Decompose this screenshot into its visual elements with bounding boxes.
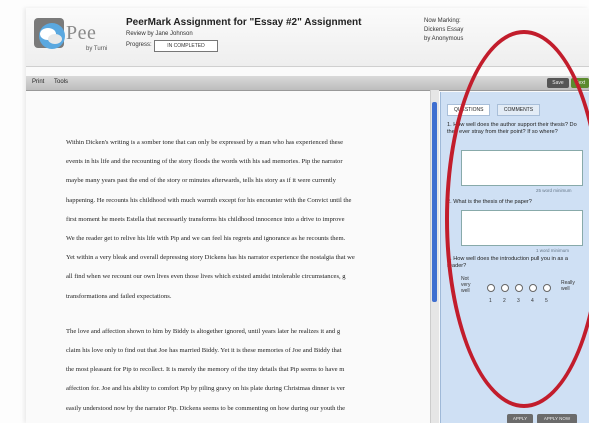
tools-menu[interactable]: Tools — [54, 79, 68, 85]
text-line: happening. He recounts his childhood wit… — [66, 196, 352, 204]
question-2: 2. What is the thesis of the paper? — [447, 199, 585, 206]
text-line: affection for. Joe and his ability to co… — [66, 385, 345, 393]
panel-tabs: QUESTIONS COMMENTS — [447, 98, 542, 116]
question-number: 1. — [447, 122, 452, 128]
scrollbar-thumb[interactable] — [432, 102, 437, 302]
text-line: claim his love only to find out that Joe… — [66, 347, 342, 355]
rating-number: 5 — [545, 298, 548, 304]
brand-name: Pee — [66, 22, 97, 44]
now-marking-info: Now Marking: Dickens Essay by Anonymous — [424, 17, 463, 44]
answer-field-2[interactable] — [461, 210, 583, 246]
save-button[interactable]: Save — [547, 78, 569, 88]
rating-number: 3 — [517, 298, 520, 304]
text-line: The love and affection shown to him by B… — [66, 327, 341, 335]
toolbar: Print Tools Save Next — [26, 76, 589, 91]
apply-button[interactable]: APPLY — [507, 414, 533, 423]
question-number: 2. — [447, 199, 452, 205]
paragraph-1: Within Dicken's writing is a somber tone… — [66, 133, 456, 306]
question-3: 3. How well does the introduction pull y… — [447, 256, 585, 270]
rating-number: 1 — [489, 298, 492, 304]
text-line: We the reader get to relive his life wit… — [66, 235, 346, 243]
tab-questions[interactable]: QUESTIONS — [447, 104, 491, 116]
marking-line: Dickens Essay — [424, 27, 464, 33]
brand-subtitle: by Turni — [86, 46, 108, 52]
text-line: the most pleasant for Pip to recollect. … — [66, 366, 345, 374]
text-line: maybe many years past the end of the sto… — [66, 177, 336, 185]
rating-radio-4[interactable] — [529, 284, 537, 292]
tab-comments[interactable]: COMMENTS — [496, 104, 541, 116]
text-line: events in his life and the recounting of… — [66, 158, 343, 166]
rating-scale: Not very well Really well 1 2 3 4 5 — [461, 276, 586, 316]
answer-field-1[interactable] — [461, 150, 583, 186]
marking-line: Now Marking: — [424, 18, 461, 24]
rating-radio-3[interactable] — [515, 284, 523, 292]
question-text: How well does the introduction pull you … — [447, 256, 568, 269]
next-button[interactable]: Next — [571, 78, 589, 88]
text-line: Yet within a very bleak and overall depr… — [66, 254, 355, 262]
progress-status: IN COMPLETED — [154, 40, 218, 52]
text-line: first moment he meets Estella that neces… — [66, 215, 345, 223]
text-line: Within Dicken's writing is a somber tone… — [66, 139, 344, 146]
question-text: How well does the author support their t… — [447, 122, 577, 135]
assignment-title: PeerMark Assignment for "Essay #2" Assig… — [126, 17, 362, 28]
question-1: 1. How well does the author support thei… — [447, 122, 585, 136]
text-line: all find when we recount our own lives e… — [66, 273, 346, 281]
text-line: easily understood now by the narrator Pi… — [66, 404, 346, 412]
question-number: 3. — [447, 256, 452, 262]
progress-label: Progress: — [126, 42, 152, 48]
scale-high-label: Really well — [561, 280, 575, 292]
text-line: transformations and failed expectations. — [66, 292, 172, 300]
document-scrollbar[interactable] — [430, 90, 439, 423]
rating-number: 2 — [503, 298, 506, 304]
rating-number: 4 — [531, 298, 534, 304]
print-menu[interactable]: Print — [32, 79, 44, 85]
essay-document: Within Dicken's writing is a somber tone… — [66, 133, 456, 418]
rating-radio-1[interactable] — [487, 284, 495, 292]
question-text: What is the thesis of the paper? — [453, 199, 532, 205]
peermark-window: Pee by Turni PeerMark Assignment for "Es… — [26, 8, 589, 423]
questions-panel: QUESTIONS COMMENTS 1. How well does the … — [440, 92, 589, 423]
apply-now-button[interactable]: APPLY NOW — [537, 414, 577, 423]
paragraph-2: The love and affection shown to him by B… — [66, 322, 456, 418]
reviewer-name: Review by Jane Johnson — [126, 31, 193, 37]
marking-line: by Anonymous — [424, 36, 464, 42]
rating-radio-5[interactable] — [543, 284, 551, 292]
header-bar: Pee by Turni PeerMark Assignment for "Es… — [26, 8, 589, 67]
rating-radio-2[interactable] — [501, 284, 509, 292]
word-minimum-1: 25 word minimum — [536, 188, 572, 193]
word-minimum-2: 1 word minimum — [536, 248, 570, 253]
scale-low-label: Not very well — [461, 276, 471, 294]
